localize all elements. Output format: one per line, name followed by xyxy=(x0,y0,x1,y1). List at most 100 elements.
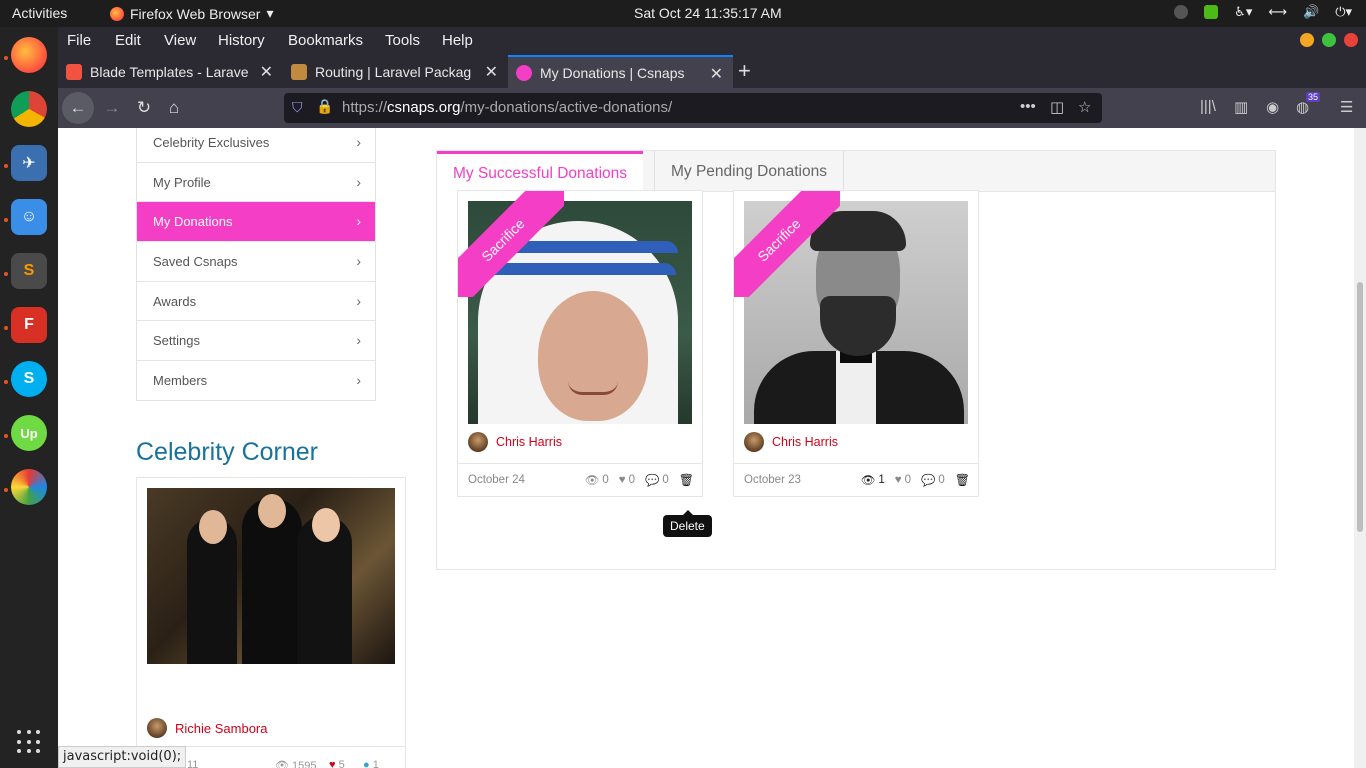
donation-author[interactable]: Chris Harris xyxy=(744,432,838,452)
sidebar-item-my-donations[interactable]: My Donations › xyxy=(137,201,375,242)
scrollbar-thumb[interactable] xyxy=(1357,282,1363,532)
firefox-icon[interactable] xyxy=(11,37,47,73)
activities-button[interactable]: Activities xyxy=(12,5,67,21)
library-icon[interactable]: |||\ xyxy=(1200,98,1216,115)
url-bar[interactable]: ⛉ 🔒 https://csnaps.org/my-donations/acti… xyxy=(284,93,1102,123)
tab-routing[interactable]: Routing | Laravel Packag ✕ xyxy=(283,55,508,88)
page-actions-icon[interactable]: ••• xyxy=(1020,98,1036,115)
donation-card[interactable]: Sacrifice Chris Harris October 24 👁 0 ♥ 0 … xyxy=(457,190,703,497)
sidebar-item-label: Celebrity Exclusives xyxy=(153,134,270,150)
avatar xyxy=(147,718,167,738)
menu-history[interactable]: History xyxy=(218,32,265,49)
running-indicator xyxy=(4,56,8,60)
close-button[interactable] xyxy=(1344,33,1358,47)
tab-pending-donations[interactable]: My Pending Donations xyxy=(654,151,844,192)
celebrity-author[interactable]: Richie Sambora xyxy=(147,718,268,738)
author-name[interactable]: Richie Sambora xyxy=(175,721,268,736)
sublime-text-icon[interactable]: S xyxy=(11,253,47,289)
likes-count[interactable]: ♥ 0 xyxy=(895,474,911,486)
accessibility-icon[interactable]: ♿▾ xyxy=(1234,4,1252,20)
menu-bookmarks[interactable]: Bookmarks xyxy=(288,32,363,49)
menu-file[interactable]: File xyxy=(67,32,91,49)
new-tab-button[interactable]: + xyxy=(738,58,751,84)
tab-my-donations[interactable]: My Donations | Csnaps ✕ xyxy=(508,55,733,88)
power-icon[interactable]: ⏻▾ xyxy=(1335,4,1352,20)
category-ribbon: Sacrifice xyxy=(734,191,840,297)
sidebar-item-saved-csnaps[interactable]: Saved Csnaps › xyxy=(137,241,375,281)
celebrity-photo[interactable] xyxy=(147,488,395,664)
sidebar-item-settings[interactable]: Settings › xyxy=(137,320,375,360)
sidebar-icon[interactable]: ▥ xyxy=(1234,98,1248,116)
menu-view[interactable]: View xyxy=(164,32,196,49)
comments-count[interactable]: 💬 0 xyxy=(645,473,669,487)
tracking-shield-icon[interactable]: ⛉ xyxy=(292,99,303,116)
donation-author[interactable]: Chris Harris xyxy=(468,432,562,452)
page-scrollbar[interactable] xyxy=(1354,128,1366,768)
close-icon[interactable]: ✕ xyxy=(260,62,273,82)
skype-icon[interactable]: S xyxy=(11,361,47,397)
sync-app-icon[interactable] xyxy=(11,469,47,505)
home-button[interactable]: ⌂ xyxy=(160,94,188,122)
url-text[interactable]: https://csnaps.org/my-donations/active-d… xyxy=(342,99,672,116)
tab-title: My Donations | Csnaps xyxy=(540,64,685,81)
comment-icon: 💬 xyxy=(645,475,660,487)
tab-successful-donations[interactable]: My Successful Donations xyxy=(437,151,644,193)
mail-app-icon[interactable]: ✈ xyxy=(11,145,47,181)
upwork-icon[interactable]: Up xyxy=(11,415,47,451)
sidebar-item-celebrity-exclusives[interactable]: Celebrity Exclusives › xyxy=(137,128,375,162)
chevron-down-icon: ▾ xyxy=(266,5,274,21)
reload-button[interactable]: ↻ xyxy=(130,94,158,122)
menu-edit[interactable]: Edit xyxy=(115,32,141,49)
finder-icon[interactable]: ☺ xyxy=(11,199,47,235)
running-indicator xyxy=(4,380,8,384)
app-menu[interactable]: Firefox Web Browser ▾ xyxy=(110,5,273,22)
sidebar-item-label: Awards xyxy=(153,293,197,309)
likes-count: ♥ 5 xyxy=(329,759,345,768)
gnome-top-bar: Activities Firefox Web Browser ▾ Sat Oct… xyxy=(0,0,1366,27)
close-icon[interactable]: ✕ xyxy=(485,62,498,82)
bookmark-star-icon[interactable]: ☆ xyxy=(1078,98,1091,116)
sidebar-item-my-profile[interactable]: My Profile › xyxy=(137,161,375,202)
author-name[interactable]: Chris Harris xyxy=(772,435,838,449)
filezilla-icon[interactable]: F xyxy=(11,307,47,343)
pocket-icon[interactable]: ◫ xyxy=(1050,98,1064,116)
trash-icon[interactable]: 🗑 xyxy=(679,473,694,487)
running-indicator xyxy=(4,326,8,330)
tab-blade-templates[interactable]: Blade Templates - Larave ✕ xyxy=(58,55,283,88)
likes-count[interactable]: ♥ 0 xyxy=(619,474,635,486)
menu-help[interactable]: Help xyxy=(442,32,473,49)
show-applications-icon[interactable] xyxy=(17,730,41,754)
donations-tabs: My Successful Donations My Pending Donat… xyxy=(437,151,1275,193)
firefox-menubar: File Edit View History Bookmarks Tools H… xyxy=(58,27,1366,55)
shield-check-icon[interactable] xyxy=(1204,5,1219,19)
running-indicator xyxy=(4,434,8,438)
menu-tools[interactable]: Tools xyxy=(385,32,420,49)
donation-card[interactable]: Sacrifice Chris Harris October 23 👁 1 ♥ 0 … xyxy=(733,190,979,497)
sidebar-item-awards[interactable]: Awards › xyxy=(137,280,375,321)
minimize-button[interactable] xyxy=(1300,33,1314,47)
comment-icon: 💬 xyxy=(921,475,936,487)
back-button[interactable]: ← xyxy=(62,92,94,124)
trash-icon[interactable]: 🗑 xyxy=(955,473,970,487)
celebrity-corner-card[interactable]: Richie Sambora 11 👁 1595 ♥ 5 ● 1 xyxy=(136,477,406,768)
volume-icon[interactable]: 🔊 xyxy=(1303,4,1319,20)
lock-icon[interactable]: 🔒 xyxy=(316,98,333,115)
chrome-icon[interactable] xyxy=(11,91,47,127)
sidebar-item-members[interactable]: Members › xyxy=(137,360,375,400)
clock[interactable]: Sat Oct 24 11:35:17 AM xyxy=(634,5,782,21)
comments-count[interactable]: 💬 0 xyxy=(921,473,945,487)
system-tray[interactable]: ♿▾ ⟷ 🔊 ⏻▾ xyxy=(1174,4,1352,20)
network-icon[interactable]: ⟷ xyxy=(1268,4,1287,20)
close-icon[interactable]: ✕ xyxy=(710,64,723,84)
dock: ✈ ☺ S F S Up xyxy=(0,27,58,768)
csnaps-heart-icon xyxy=(516,64,532,81)
account-icon[interactable]: ◉ xyxy=(1266,98,1279,116)
upwork-tray-icon[interactable] xyxy=(1174,5,1189,19)
author-name[interactable]: Chris Harris xyxy=(496,435,562,449)
maximize-button[interactable] xyxy=(1322,33,1336,47)
link-status-bar: javascript:void(0); xyxy=(58,746,187,768)
celebrity-corner-title: Celebrity Corner xyxy=(136,438,319,466)
hamburger-menu-icon[interactable]: ☰ xyxy=(1340,98,1353,116)
forward-button[interactable]: → xyxy=(98,94,126,122)
post-date: 11 xyxy=(187,759,199,768)
